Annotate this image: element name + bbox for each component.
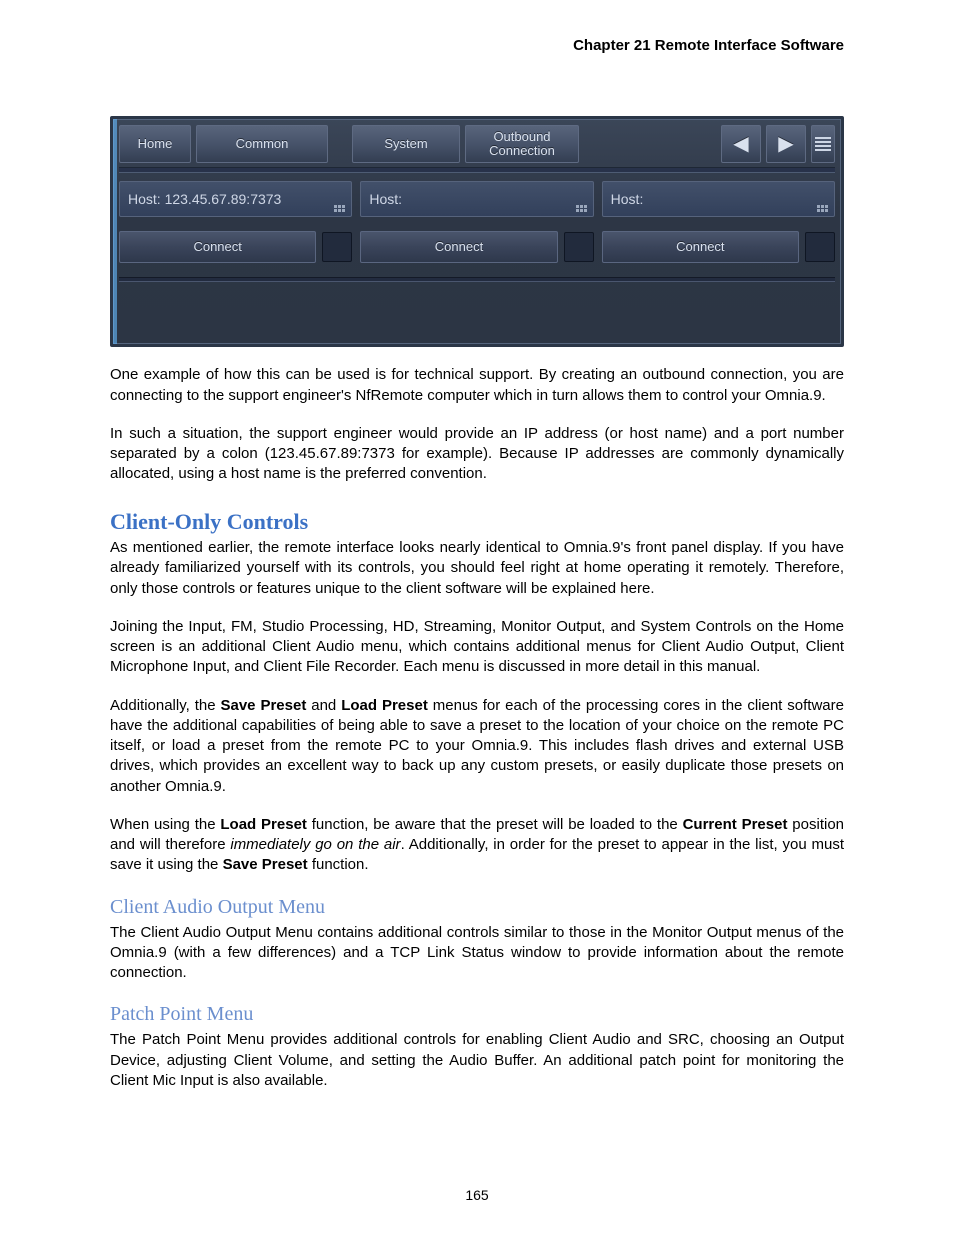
paragraph-7: The Client Audio Output Menu contains ad…: [110, 923, 844, 984]
keyboard-icon: [817, 205, 828, 212]
top-toolbar: Home Common System Outbound Connection ◀…: [119, 125, 835, 163]
connect-button-3[interactable]: Connect: [602, 231, 799, 263]
connect-indicator-3[interactable]: [805, 232, 835, 262]
toolbar-spacer: [333, 125, 347, 163]
paragraph-1: One example of how this can be used is f…: [110, 365, 844, 406]
home-button[interactable]: Home: [119, 125, 191, 163]
connect-button-1-label: Connect: [193, 238, 241, 256]
system-button[interactable]: System: [352, 125, 460, 163]
system-button-label: System: [384, 137, 427, 151]
home-button-label: Home: [138, 137, 173, 151]
host-block-2: Host: Connect: [360, 181, 593, 263]
previous-button[interactable]: ◀: [721, 125, 761, 163]
hamburger-icon: [815, 135, 831, 153]
connect-button-2[interactable]: Connect: [360, 231, 557, 263]
outbound-connection-label: Outbound Connection: [489, 130, 555, 159]
connect-button-1[interactable]: Connect: [119, 231, 316, 263]
page-number: 165: [0, 1186, 954, 1205]
right-triangle-icon: ▶: [778, 134, 793, 154]
host-block-3: Host: Connect: [602, 181, 835, 263]
next-button[interactable]: ▶: [766, 125, 806, 163]
chapter-header: Chapter 21 Remote Interface Software: [110, 36, 844, 56]
host-field-1[interactable]: Host: 123.45.67.89:7373: [119, 181, 352, 217]
paragraph-3: As mentioned earlier, the remote interfa…: [110, 538, 844, 599]
connect-indicator-2[interactable]: [564, 232, 594, 262]
paragraph-2: In such a situation, the support enginee…: [110, 424, 844, 485]
common-button[interactable]: Common: [196, 125, 328, 163]
host-field-3[interactable]: Host:: [602, 181, 835, 217]
host-block-1: Host: 123.45.67.89:7373 Connect: [119, 181, 352, 263]
host-field-1-label: Host: 123.45.67.89:7373: [128, 190, 281, 209]
host-row: Host: 123.45.67.89:7373 Connect Host: Co…: [119, 181, 835, 263]
section-client-only-controls: Client-Only Controls: [110, 507, 844, 537]
keyboard-icon: [576, 205, 587, 212]
subsection-client-audio-output: Client Audio Output Menu: [110, 894, 844, 921]
host-field-3-label: Host:: [611, 190, 644, 209]
paragraph-6: When using the Load Preset function, be …: [110, 815, 844, 876]
outbound-connection-button[interactable]: Outbound Connection: [465, 125, 579, 163]
common-button-label: Common: [236, 137, 289, 151]
paragraph-8: The Patch Point Menu provides additional…: [110, 1030, 844, 1091]
connect-button-2-label: Connect: [435, 238, 483, 256]
paragraph-4: Joining the Input, FM, Studio Processing…: [110, 617, 844, 678]
divider: [119, 167, 835, 173]
subsection-patch-point-menu: Patch Point Menu: [110, 1001, 844, 1028]
keyboard-icon: [334, 205, 345, 212]
connect-indicator-1[interactable]: [322, 232, 352, 262]
host-field-2-label: Host:: [369, 190, 402, 209]
connect-button-3-label: Connect: [676, 238, 724, 256]
menu-button[interactable]: [811, 125, 835, 163]
ui-screenshot-panel: Home Common System Outbound Connection ◀…: [110, 116, 844, 347]
host-field-2[interactable]: Host:: [360, 181, 593, 217]
paragraph-5: Additionally, the Save Preset and Load P…: [110, 696, 844, 797]
left-triangle-icon: ◀: [733, 134, 748, 154]
